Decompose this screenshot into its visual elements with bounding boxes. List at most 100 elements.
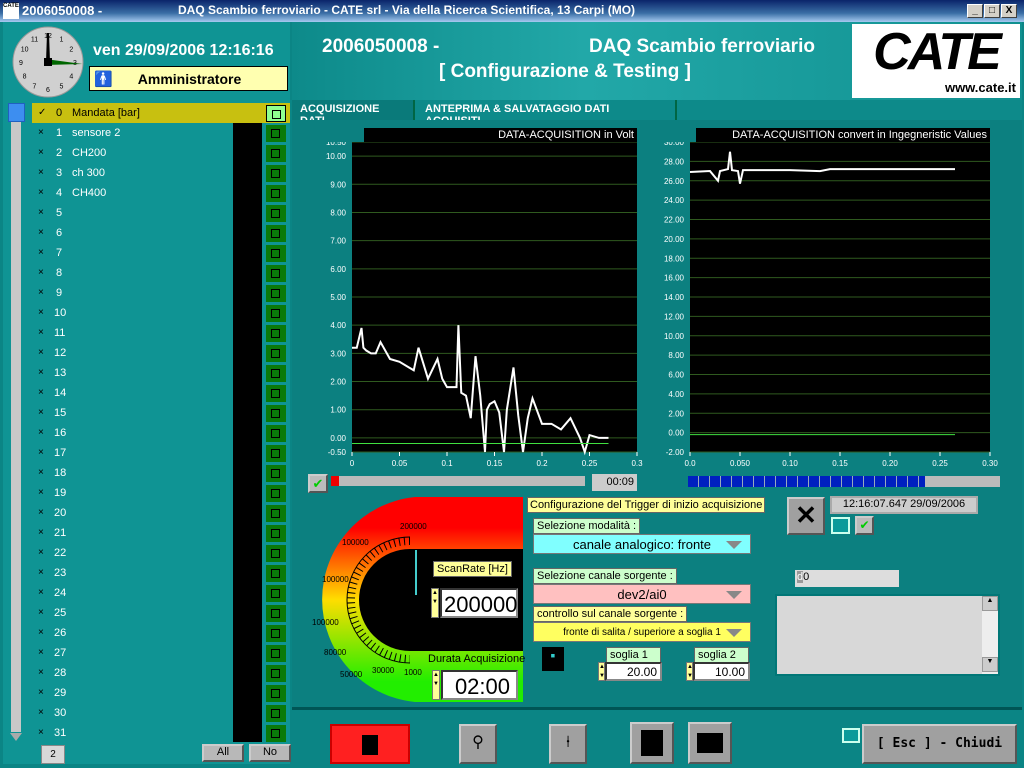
channel-row[interactable]: × 11: [32, 323, 232, 343]
channel-state-mark[interactable]: ×: [38, 447, 44, 458]
channel-state-mark[interactable]: ×: [38, 287, 44, 298]
acquire-enable-checkbox[interactable]: ✔: [308, 474, 328, 493]
channel-plot-toggle[interactable]: [266, 285, 286, 302]
channel-state-mark[interactable]: ×: [38, 387, 44, 398]
stop-button[interactable]: [330, 724, 410, 764]
channel-row[interactable]: × 25: [32, 603, 232, 623]
channel-row[interactable]: × 24: [32, 583, 232, 603]
channel-state-mark[interactable]: ×: [38, 227, 44, 238]
close-window-button[interactable]: X: [1001, 4, 1017, 18]
channel-row[interactable]: × 18: [32, 463, 232, 483]
save-button[interactable]: [630, 722, 674, 764]
channel-row[interactable]: × 22: [32, 543, 232, 563]
close-button[interactable]: [ Esc ] - Chiudi: [862, 724, 1017, 764]
channel-plot-toggle[interactable]: [266, 345, 286, 362]
channel-plot-toggle[interactable]: [266, 545, 286, 562]
channel-plot-toggle[interactable]: [266, 465, 286, 482]
help-button[interactable]: ⚲: [459, 724, 497, 764]
channel-row[interactable]: × 13: [32, 363, 232, 383]
channel-plot-toggle[interactable]: [266, 605, 286, 622]
channel-row[interactable]: × 15: [32, 403, 232, 423]
channel-plot-toggle[interactable]: [266, 405, 286, 422]
channel-plot-toggle[interactable]: [266, 205, 286, 222]
channel-plot-toggle[interactable]: [266, 105, 286, 122]
scanrate-spinner[interactable]: ▲ ▼: [431, 588, 439, 618]
channel-row[interactable]: × 3 ch 300: [32, 163, 232, 183]
channel-state-mark[interactable]: ×: [38, 127, 44, 138]
channel-state-mark[interactable]: ×: [38, 467, 44, 478]
channel-plot-toggle[interactable]: [266, 725, 286, 742]
channel-plot-toggle[interactable]: [266, 245, 286, 262]
channel-state-mark[interactable]: ×: [38, 327, 44, 338]
channel-row[interactable]: × 30: [32, 703, 232, 723]
channel-row[interactable]: × 19: [32, 483, 232, 503]
control-select[interactable]: fronte di salita / superiore a soglia 1: [533, 622, 751, 642]
channel-plot-toggle[interactable]: [266, 125, 286, 142]
channel-state-mark[interactable]: ×: [38, 527, 44, 538]
channel-state-mark[interactable]: ×: [38, 187, 44, 198]
channel-state-mark[interactable]: ×: [38, 667, 44, 678]
channel-row[interactable]: × 2 CH200: [32, 143, 232, 163]
channel-state-mark[interactable]: ×: [38, 267, 44, 278]
channel-plot-toggle[interactable]: [266, 525, 286, 542]
channel-state-mark[interactable]: ×: [38, 207, 44, 218]
channel-row[interactable]: × 5: [32, 203, 232, 223]
channel-row[interactable]: × 28: [32, 663, 232, 683]
channel-row[interactable]: × 9: [32, 283, 232, 303]
channel-plot-toggle[interactable]: [266, 565, 286, 582]
channel-row[interactable]: × 7: [32, 243, 232, 263]
channel-row[interactable]: × 10: [32, 303, 232, 323]
channel-state-mark[interactable]: ×: [38, 647, 44, 658]
channel-state-mark[interactable]: ×: [38, 547, 44, 558]
channel-plot-toggle[interactable]: [266, 665, 286, 682]
channel-row[interactable]: × 1 sensore 2: [32, 123, 232, 143]
channel-state-mark[interactable]: ×: [38, 627, 44, 638]
channel-row[interactable]: × 6: [32, 223, 232, 243]
channel-index-field[interactable]: 2: [41, 745, 65, 764]
log-textarea[interactable]: [775, 594, 1000, 676]
select-all-button[interactable]: All: [202, 744, 244, 762]
channel-plot-toggle[interactable]: [266, 705, 286, 722]
channel-plot-toggle[interactable]: [266, 585, 286, 602]
source-select[interactable]: dev2/ai0: [533, 584, 751, 604]
channel-plot-toggle[interactable]: [266, 685, 286, 702]
threshold1-input[interactable]: 20.00: [605, 662, 662, 681]
channel-state-mark[interactable]: ×: [38, 427, 44, 438]
channel-row[interactable]: × 31: [32, 723, 232, 743]
log-scrollbar[interactable]: ▲ ▼: [982, 596, 998, 674]
mode-select[interactable]: canale analogico: fronte: [533, 534, 751, 554]
channel-state-mark[interactable]: ×: [38, 307, 44, 318]
maximize-button[interactable]: □: [984, 4, 1000, 18]
settings-button[interactable]: ⍿: [549, 724, 587, 764]
tab-acquisizione-dati[interactable]: ACQUISIZIONE DATI: [292, 100, 415, 127]
channel-row[interactable]: × 21: [32, 523, 232, 543]
channel-plot-toggle[interactable]: [266, 165, 286, 182]
tab-anteprima-salvataggio[interactable]: ANTEPRIMA & SALVATAGGIO DATI ACQUISITI: [417, 100, 677, 127]
channel-state-mark[interactable]: ×: [38, 367, 44, 378]
cancel-x-button[interactable]: ✕: [787, 497, 825, 535]
threshold2-input[interactable]: 10.00: [693, 662, 750, 681]
channel-state-mark[interactable]: ×: [38, 707, 44, 718]
channel-plot-toggle[interactable]: [266, 445, 286, 462]
channel-row[interactable]: × 27: [32, 643, 232, 663]
channel-state-mark[interactable]: ×: [38, 587, 44, 598]
channel-plot-toggle[interactable]: [266, 645, 286, 662]
ok-checkbox[interactable]: ✔: [855, 516, 874, 535]
channel-row[interactable]: × 12: [32, 343, 232, 363]
channel-scrollbar[interactable]: [11, 104, 21, 732]
select-none-button[interactable]: No: [249, 744, 291, 762]
channel-plot-toggle[interactable]: [266, 145, 286, 162]
channel-plot-toggle[interactable]: [266, 505, 286, 522]
channel-plot-toggle[interactable]: [266, 225, 286, 242]
channel-plot-toggle[interactable]: [266, 265, 286, 282]
channel-row[interactable]: × 16: [32, 423, 232, 443]
threshold2-spinner[interactable]: ▲ ▼: [686, 662, 693, 681]
channel-state-mark[interactable]: ×: [38, 607, 44, 618]
scroll-down-icon[interactable]: [10, 733, 22, 741]
channel-state-mark[interactable]: ×: [38, 487, 44, 498]
channel-row[interactable]: × 23: [32, 563, 232, 583]
channel-row[interactable]: × 8: [32, 263, 232, 283]
channel-plot-toggle[interactable]: [266, 325, 286, 342]
channel-state-mark[interactable]: ×: [38, 167, 44, 178]
scrollbar-thumb[interactable]: [8, 103, 25, 122]
